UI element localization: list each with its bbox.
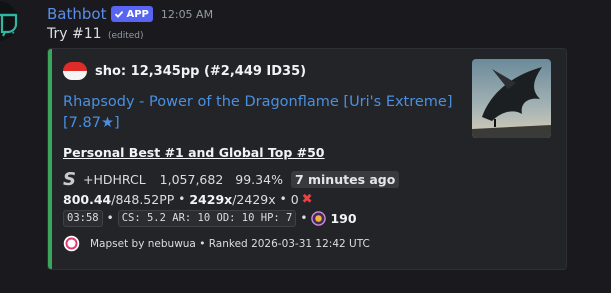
bullet-separator: •	[106, 211, 114, 225]
pp-max: /848.52PP	[111, 191, 175, 207]
app-badge-label: APP	[126, 8, 149, 20]
message-text: Try #11	[47, 26, 102, 42]
personal-best-text: Personal Best #1 and Global Top #50	[63, 145, 325, 160]
map-length: 03:58	[63, 209, 103, 227]
map-attributes: CS: 5.2 AR: 10 OD: 10 HP: 7	[117, 209, 297, 227]
indonesia-flag-icon	[63, 62, 87, 80]
score-row: S +HDHRCL 1,057,682 99.34% 7 minutes ago	[63, 168, 400, 190]
app-badge: APP	[111, 6, 153, 22]
grade-s-icon: S	[63, 168, 76, 190]
bullet-separator: •	[279, 192, 287, 206]
bot-message: Bathbot APP 12:05 AM Try #11 (edited) sh…	[0, 0, 611, 293]
score-embed: sho: 12,345pp (#2,449 ID35) Rhapsody - P…	[47, 48, 567, 270]
mods: +HDHRCL	[83, 171, 146, 187]
osu-logo-icon	[63, 235, 80, 252]
timestamp[interactable]: 12:05 AM	[161, 8, 213, 21]
bpm-icon	[311, 210, 327, 226]
embed-footer: Mapset by nebuwua • Ranked 2026-03-31 12…	[63, 235, 370, 252]
bullet-separator: •	[178, 192, 186, 206]
bullet-separator: •	[300, 211, 308, 225]
beatmap-thumbnail[interactable]	[472, 59, 551, 138]
bpm-value: 190	[330, 210, 357, 226]
embed-accent-bar	[48, 49, 52, 269]
embed-author[interactable]: sho: 12,345pp (#2,449 ID35)	[63, 62, 306, 80]
combo-max: /2429x	[232, 191, 276, 207]
message-header: Bathbot APP 12:05 AM	[47, 4, 213, 24]
edited-label: (edited)	[107, 31, 144, 41]
embed-author-name[interactable]: sho: 12,345pp (#2,449 ID35)	[95, 64, 306, 79]
combo-value: 2429x	[189, 191, 233, 207]
map-stats-row: 03:58 • CS: 5.2 AR: 10 OD: 10 HP: 7 • 19…	[63, 209, 357, 227]
miss-icon: ✖	[301, 191, 313, 207]
username[interactable]: Bathbot	[47, 5, 106, 23]
score-value: 1,057,682	[159, 171, 224, 187]
miss-count: 0	[290, 191, 299, 207]
bot-avatar[interactable]	[0, 1, 18, 41]
verified-check-icon	[115, 10, 124, 18]
time-ago: 7 minutes ago	[290, 170, 400, 188]
message-content: Try #11 (edited)	[47, 26, 144, 42]
footer-text: Mapset by nebuwua • Ranked 2026-03-31 12…	[90, 237, 370, 250]
embed-title-link[interactable]: Rhapsody - Power of the Dragonflame [Uri…	[63, 92, 458, 134]
pp-combo-row: 800.44 /848.52PP • 2429x /2429x • 0 ✖	[63, 190, 313, 208]
accuracy: 99.34%	[235, 171, 283, 187]
bathtub-icon	[0, 1, 18, 41]
pp-value: 800.44	[63, 191, 112, 207]
